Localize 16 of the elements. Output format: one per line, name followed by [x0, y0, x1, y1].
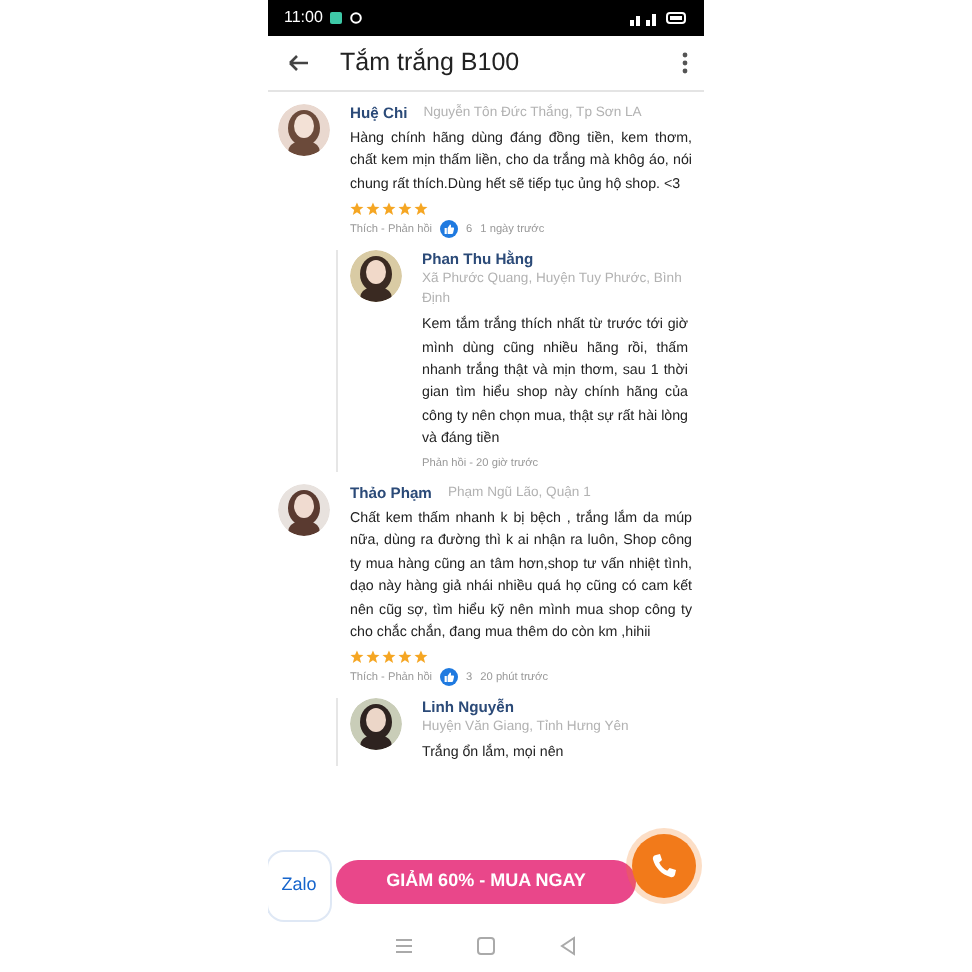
- signal-icon: [630, 11, 658, 25]
- more-icon[interactable]: [682, 52, 688, 74]
- menu-icon[interactable]: [394, 936, 415, 956]
- thumbs-up-icon: [440, 220, 459, 239]
- zalo-button[interactable]: Zalo: [268, 852, 330, 920]
- status-time: 11:00: [284, 6, 323, 30]
- notification-icon: [350, 12, 363, 24]
- app-icon: [330, 12, 343, 24]
- promo-button[interactable]: GIẢM 60% - MUA NGAY: [336, 860, 636, 904]
- home-icon[interactable]: [475, 936, 496, 956]
- page-title: Tắm trắng B100: [340, 46, 522, 81]
- phone-icon: [650, 852, 678, 880]
- thumbs-up-icon: [440, 668, 459, 687]
- back-icon[interactable]: [288, 54, 308, 72]
- call-button[interactable]: [632, 834, 696, 898]
- battery-icon: [666, 12, 688, 24]
